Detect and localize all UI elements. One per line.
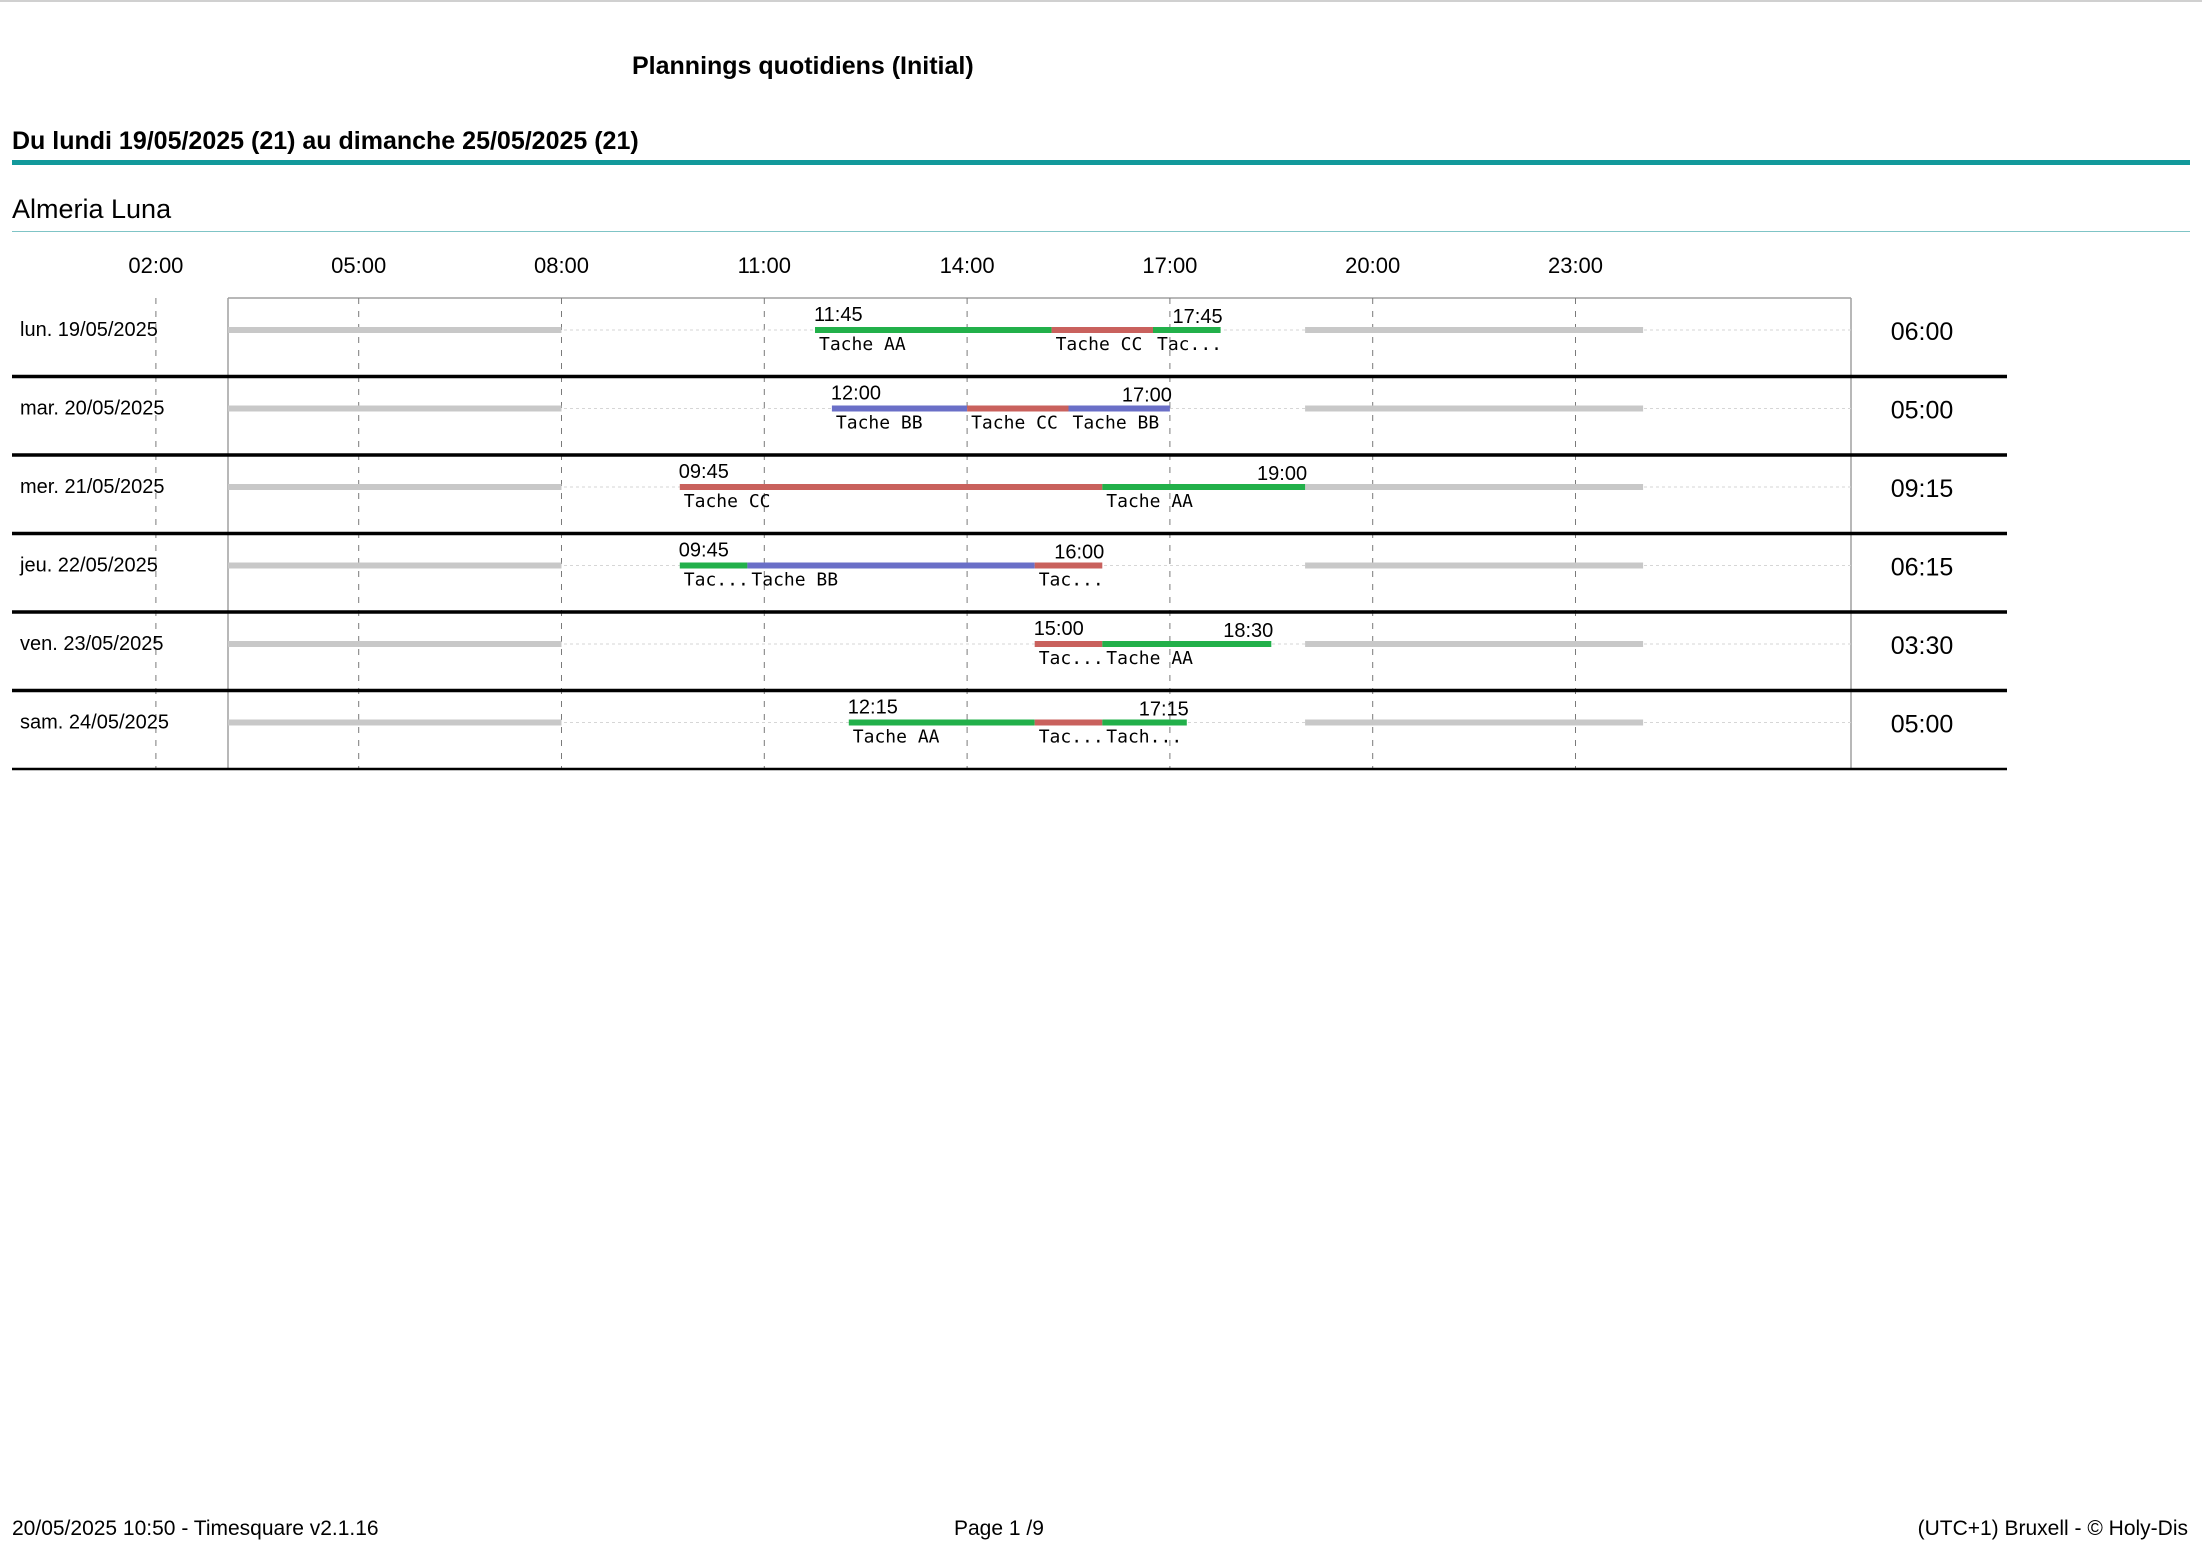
task-segment-bar — [815, 327, 1052, 333]
task-segment-bar — [848, 719, 1035, 726]
unavailable-period-bar — [228, 719, 562, 726]
axis-tick-label: 14:00 — [940, 253, 995, 278]
task-segment-label: Tac... — [1039, 727, 1104, 748]
axis-tick-label: 02:00 — [128, 253, 183, 278]
day-total-duration: 05:00 — [1891, 397, 1954, 425]
task-segment-label: Tache AA — [1106, 491, 1193, 512]
task-segment-label: Tache CC — [1056, 334, 1143, 355]
shift-end-time: 17:45 — [1173, 306, 1223, 328]
daily-schedule-chart: 02:00 05:00 08:00 11:00 14:00 17:00 20:00 23:00… — [12, 253, 2007, 771]
task-segment-label: Tache BB — [751, 570, 838, 591]
day-total-duration: 06:00 — [1891, 318, 1954, 346]
day-total-duration: 05:00 — [1891, 711, 1954, 739]
task-segment-bar — [1034, 641, 1103, 647]
unavailable-period-bar — [228, 405, 562, 412]
task-segment-label: Tache AA — [1106, 648, 1193, 669]
unavailable-period-bar — [228, 327, 562, 333]
shift-end-time: 17:00 — [1122, 385, 1172, 407]
day-date-label: lun. 19/05/2025 — [20, 319, 158, 341]
unavailable-period-bar — [1305, 327, 1644, 333]
unavailable-period-bar — [1305, 562, 1644, 569]
task-segment-bar — [1034, 719, 1103, 726]
footer-timezone-copyright: (UTC+1) Bruxell - © Holy-Dis — [1917, 1517, 2188, 1540]
shift-end-time: 17:15 — [1139, 699, 1189, 721]
shift-start-time: 12:15 — [848, 697, 898, 719]
shift-start-time: 09:45 — [679, 461, 729, 483]
axis-tick-label: 17:00 — [1142, 253, 1197, 278]
day-total-duration: 03:30 — [1891, 632, 1954, 660]
unavailable-period-bar — [1305, 719, 1644, 726]
unavailable-period-bar — [228, 562, 562, 569]
axis-tick-label: 05:00 — [331, 253, 386, 278]
task-segment-label: Tache BB — [836, 413, 923, 434]
task-segment-bar — [831, 405, 968, 412]
footer-print-info: 20/05/2025 10:50 - Timesquare v2.1.16 — [12, 1517, 379, 1540]
task-segment-label: Tach... — [1106, 727, 1182, 748]
day-date-label: mer. 21/05/2025 — [20, 476, 165, 498]
shift-start-time: 09:45 — [679, 540, 729, 562]
task-segment-bar — [747, 562, 1035, 569]
unavailable-period-bar — [1305, 641, 1644, 647]
task-segment-label: Tac... — [1157, 334, 1222, 355]
day-date-label: jeu. 22/05/2025 — [19, 555, 158, 577]
person-name: Almeria Luna — [12, 194, 172, 224]
task-segment-bar — [1051, 327, 1153, 333]
period-heading: Du lundi 19/05/2025 (21) au dimanche 25/… — [12, 127, 639, 155]
task-segment-label: Tache AA — [853, 727, 940, 748]
shift-end-time: 16:00 — [1054, 542, 1104, 564]
day-total-duration: 09:15 — [1891, 475, 1954, 503]
axis-tick-label: 11:00 — [738, 253, 791, 278]
unavailable-period-bar — [1305, 484, 1644, 490]
top-border — [0, 0, 2202, 2]
axis-tick-label: 20:00 — [1345, 253, 1400, 278]
task-segment-label: Tache CC — [684, 491, 771, 512]
report-title: Plannings quotidiens (Initial) — [632, 52, 974, 80]
day-date-label: sam. 24/05/2025 — [20, 712, 169, 734]
task-segment-bar — [967, 405, 1069, 412]
axis-tick-label: 23:00 — [1548, 253, 1603, 278]
task-segment-label: Tache BB — [1073, 413, 1160, 434]
task-segment-label: Tache CC — [971, 413, 1058, 434]
axis-tick-label: 08:00 — [534, 253, 589, 278]
period-divider — [12, 160, 2190, 165]
task-segment-label: Tac... — [1039, 648, 1104, 669]
day-date-label: ven. 23/05/2025 — [20, 633, 163, 655]
shift-end-time: 19:00 — [1257, 463, 1307, 485]
footer-page-number: Page 1 /9 — [954, 1517, 1044, 1540]
task-segment-label: Tac... — [684, 570, 749, 591]
shift-start-time: 15:00 — [1034, 618, 1084, 640]
unavailable-period-bar — [1305, 405, 1644, 412]
task-segment-label: Tache AA — [819, 334, 906, 355]
unavailable-period-bar — [228, 641, 562, 647]
shift-start-time: 12:00 — [831, 383, 881, 405]
shift-start-time: 11:45 — [814, 304, 863, 326]
task-segment-bar — [679, 562, 748, 569]
day-total-duration: 06:15 — [1891, 554, 1954, 582]
task-segment-bar — [679, 484, 1103, 490]
person-divider — [12, 231, 2190, 232]
shift-end-time: 18:30 — [1223, 620, 1273, 642]
unavailable-period-bar — [228, 484, 562, 490]
task-segment-label: Tac... — [1039, 570, 1104, 591]
day-date-label: mar. 20/05/2025 — [20, 398, 165, 420]
